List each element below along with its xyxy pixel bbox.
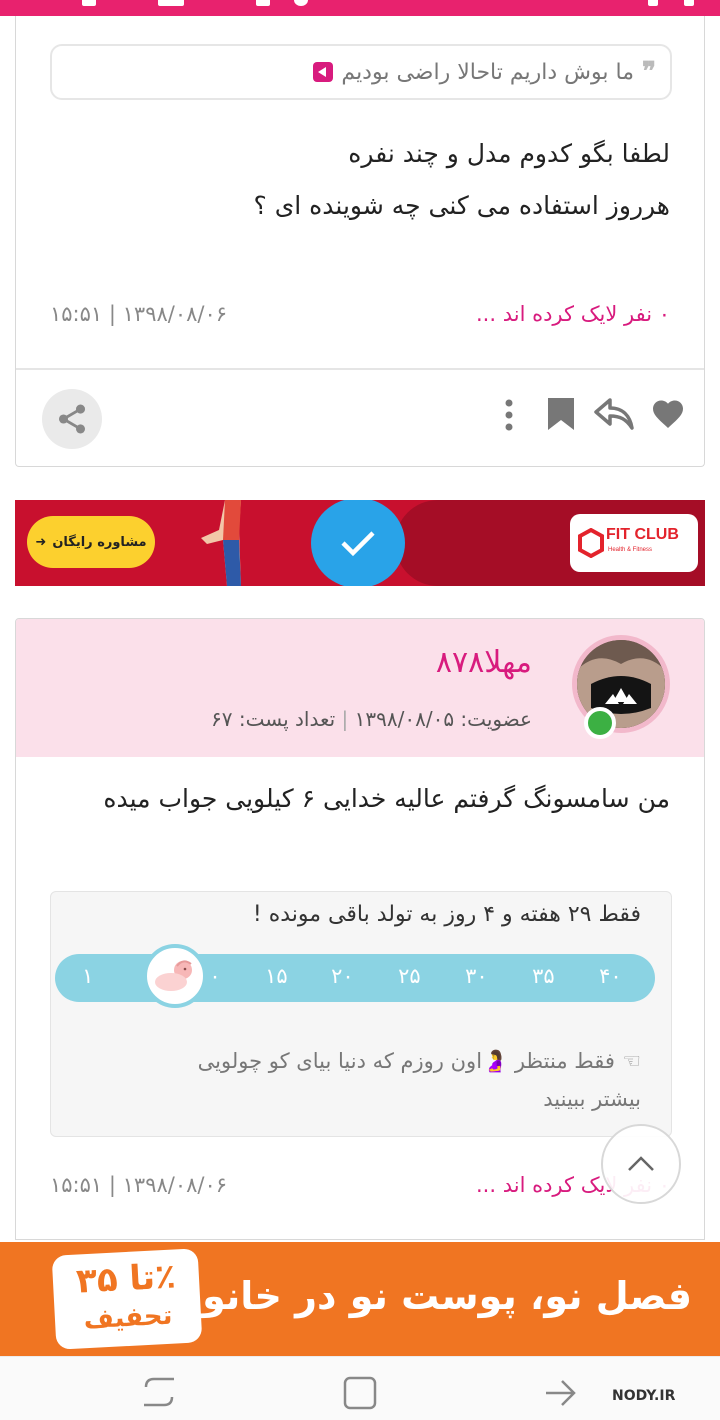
post-count: تعداد پست: ۶۷ xyxy=(211,707,336,731)
chevron-up-icon xyxy=(628,1156,654,1171)
check-icon xyxy=(341,531,375,557)
post-card: ❞ ما بوش داریم تاحالا راضی بودیم لطفا بگ… xyxy=(15,16,705,467)
status-icon xyxy=(648,0,658,6)
author-meta: عضویت: ۱۳۹۸/۰۸/۰۵ | تعداد پست: ۶۷ xyxy=(211,707,532,731)
more-options-icon[interactable] xyxy=(502,398,516,432)
baby-icon xyxy=(155,960,192,991)
meta-separator: | xyxy=(335,707,349,731)
share-icon xyxy=(58,404,86,434)
quote-text: ما بوش داریم تاحالا راضی بودیم xyxy=(341,59,634,85)
status-bar xyxy=(0,0,720,16)
status-icon xyxy=(684,0,694,6)
ad-headline: فصل نو، پوست نو در خانومی xyxy=(140,1274,692,1318)
recent-apps-icon[interactable] xyxy=(140,1375,178,1409)
status-icon xyxy=(256,0,270,6)
baby-progress-marker xyxy=(143,944,207,1008)
week-tick: ۳۰ xyxy=(465,964,488,988)
pregnancy-countdown: فقط ۲۹ هفته و ۴ روز به تولد باقی مونده ! xyxy=(252,902,641,927)
battery-icon xyxy=(158,0,184,6)
week-tick: ۱ xyxy=(82,964,94,988)
author-username[interactable]: مهلا۸۷۸ xyxy=(436,645,532,680)
signature-text: ☜ فقط منتظر 🤰اون روزم که دنیا بیای کو چو… xyxy=(121,1042,641,1118)
jump-to-quote-icon[interactable] xyxy=(313,62,334,82)
week-tick: ۲۵ xyxy=(398,964,421,988)
status-icon xyxy=(294,0,308,6)
membership-date: عضویت: ۱۳۹۸/۰۸/۰۵ xyxy=(354,707,532,731)
online-status-indicator xyxy=(584,707,616,739)
ad-cta-button[interactable]: مشاوره رایگان ➜ xyxy=(27,516,155,568)
watermark: NODY.IR xyxy=(612,1388,676,1404)
fitclub-logo-icon xyxy=(578,528,604,558)
back-icon[interactable] xyxy=(544,1377,578,1409)
week-tick: ۴۰ xyxy=(599,964,622,988)
ad-brand: FIT CLUB xyxy=(606,526,679,543)
ad-person-figure xyxy=(201,500,241,586)
quote-icon: ❞ xyxy=(642,57,656,87)
ad-check-badge xyxy=(311,500,405,586)
scroll-to-top-button[interactable] xyxy=(601,1124,681,1204)
post-body-line: لطفا بگو کدوم مدل و چند نفره xyxy=(348,139,670,168)
see-more-link[interactable]: بیشتر ببینید xyxy=(543,1087,641,1111)
ad-banner-khanoumi[interactable]: تا ۳۵٪ تخفیف فصل نو، پوست نو در خانومی xyxy=(0,1242,720,1356)
reply-icon[interactable] xyxy=(594,398,634,430)
week-tick: ۱۵ xyxy=(265,964,288,988)
divider xyxy=(16,368,704,370)
ad-banner-fitclub[interactable]: مشاوره رایگان ➜ FIT CLUB Health & Fitnes… xyxy=(15,500,705,586)
week-tick: ۳۵ xyxy=(532,964,555,988)
ad-cta-label: مشاوره رایگان xyxy=(52,534,147,550)
week-tick: ۲۰ xyxy=(331,964,354,988)
post-body: من سامسونگ گرفتم عالیه خدایی ۶ کیلویی جو… xyxy=(103,784,670,813)
ad-brand-sub: Health & Fitness xyxy=(608,547,653,553)
signature-line: فقط منتظر 🤰اون روزم که دنیا بیای کو چولو… xyxy=(197,1049,615,1073)
hand-point-icon: ☜ xyxy=(614,1049,641,1073)
bookmark-icon[interactable] xyxy=(546,396,576,432)
ad-logo-box: FIT CLUB Health & Fitness xyxy=(570,514,698,572)
post-date: ۱۳۹۸/۰۸/۰۶ | ۱۵:۵۱ xyxy=(50,302,228,326)
status-icon xyxy=(82,0,96,6)
pregnancy-signature-widget: فقط ۲۹ هفته و ۴ روز به تولد باقی مونده !… xyxy=(50,891,672,1137)
arrow-left-icon: ➜ xyxy=(35,534,47,550)
post-date: ۱۳۹۸/۰۸/۰۶ | ۱۵:۵۱ xyxy=(50,1173,228,1197)
post-body-line: هرروز استفاده می کنی چه شوینده ای ؟ xyxy=(253,191,671,220)
likes-count-link[interactable]: ۰ نفر لایک کرده اند ... xyxy=(476,302,670,326)
quoted-reply[interactable]: ❞ ما بوش داریم تاحالا راضی بودیم xyxy=(50,44,672,100)
post-card: مهلا۸۷۸ عضویت: ۱۳۹۸/۰۸/۰۵ | تعداد پست: ۶… xyxy=(15,618,705,1240)
home-icon[interactable] xyxy=(342,1375,378,1411)
like-heart-icon[interactable] xyxy=(650,396,686,430)
share-button[interactable] xyxy=(42,389,102,449)
